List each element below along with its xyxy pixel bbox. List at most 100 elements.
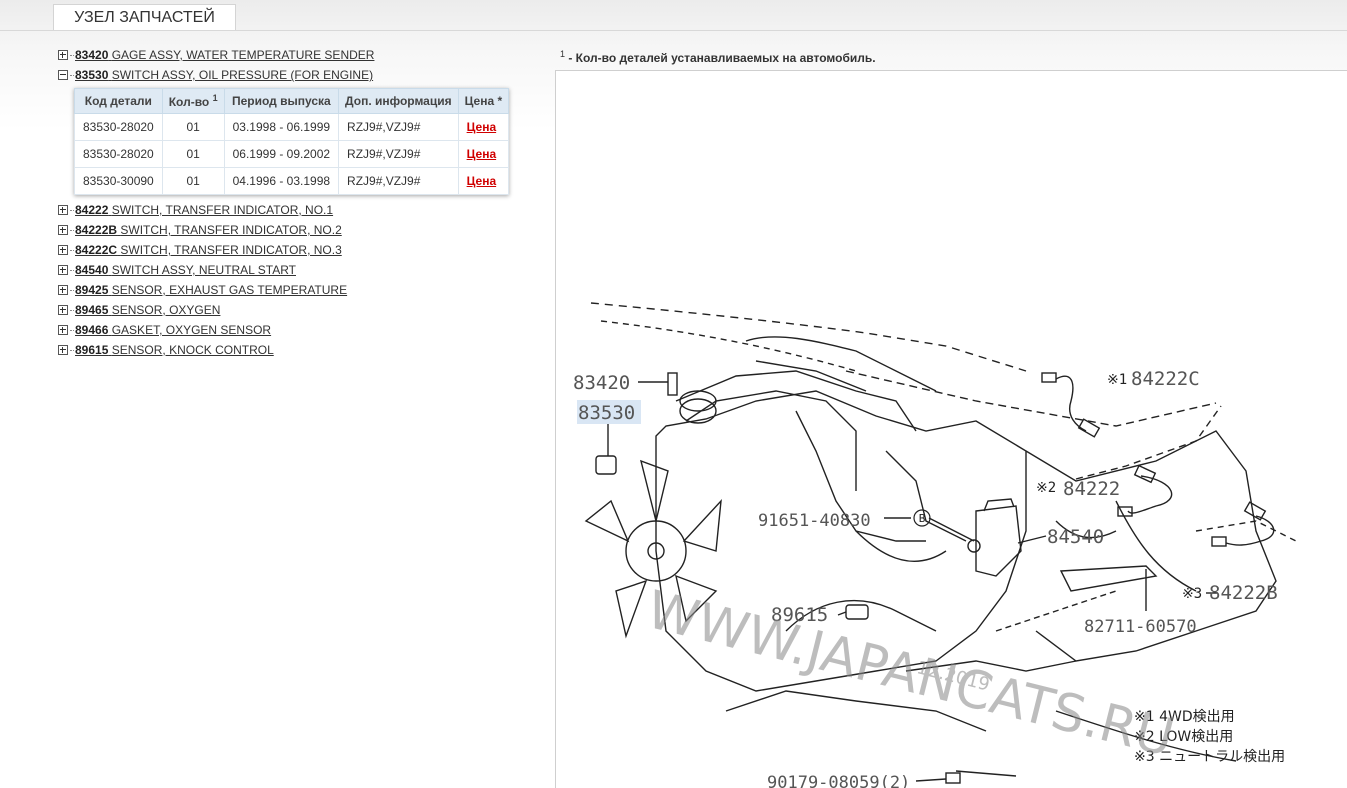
tree-node: 84222 SWITCH, TRANSFER INDICATOR, NO.1 — [58, 201, 509, 221]
cell-code: 83530-30090 — [74, 167, 163, 195]
expand-icon[interactable] — [58, 284, 68, 295]
cell-info-text: RZJ9#,VZJ9# — [347, 120, 421, 134]
tree-connector — [70, 210, 74, 212]
parts-table: Код детали Кол-во 1 Период выпуска Доп. … — [74, 88, 510, 195]
footnote: 1 - Кол-во деталей устанавливаемых на ав… — [560, 49, 876, 65]
cell-code: 83530-28020 — [74, 140, 163, 168]
expand-icon[interactable] — [58, 204, 68, 215]
tree-node-link[interactable]: 84222 SWITCH, TRANSFER INDICATOR, NO.1 — [75, 203, 333, 217]
tree-node-link[interactable]: 89425 SENSOR, EXHAUST GAS TEMPERATURE — [75, 283, 347, 297]
expand-icon[interactable] — [58, 224, 68, 235]
cell-code-text: 83530-28020 — [83, 147, 154, 161]
table-header-row: Код детали Кол-во 1 Период выпуска Доп. … — [74, 88, 510, 114]
tree-node: 84540 SWITCH ASSY, NEUTRAL START — [58, 261, 509, 281]
cell-period-text: 06.1999 - 09.2002 — [232, 147, 331, 161]
part-name: SENSOR, OXYGEN — [111, 303, 221, 317]
part-code: 84222C — [75, 243, 118, 257]
price-link[interactable]: Цена — [457, 113, 510, 141]
cell-info: RZJ9#,VZJ9# — [338, 167, 459, 195]
cell-qty-text: 01 — [186, 147, 200, 161]
part-code: 89615 — [75, 343, 109, 357]
tree-connector — [70, 350, 74, 352]
tree-connector — [70, 310, 74, 312]
tree-node-link[interactable]: 89466 GASKET, OXYGEN SENSOR — [75, 323, 271, 337]
expand-icon[interactable] — [58, 324, 68, 335]
label-84222c[interactable]: 84222C — [1131, 368, 1200, 390]
cell-period: 04.1996 - 03.1998 — [223, 167, 340, 195]
part-name: SWITCH, TRANSFER INDICATOR, NO.2 — [120, 223, 342, 237]
part-code: 83530 — [75, 68, 109, 82]
price-link[interactable]: Цена — [457, 167, 510, 195]
watermark: WWW.JAPANCATS.RU — [641, 580, 1180, 769]
tree-node: 84222B SWITCH, TRANSFER INDICATOR, NO.2 — [58, 221, 509, 241]
part-name: GASKET, OXYGEN SENSOR — [111, 323, 272, 337]
expand-icon[interactable] — [58, 344, 68, 355]
tree-node: 89615 SENSOR, KNOCK CONTROL — [58, 341, 509, 361]
engine-illustration: B 83420 83530 84222C 84222 91651-40830 8… — [573, 302, 1297, 788]
expand-icon[interactable] — [58, 264, 68, 275]
tree-node-link[interactable]: 84222C SWITCH, TRANSFER INDICATOR, NO.3 — [75, 243, 342, 257]
tree-connector — [70, 290, 74, 292]
cell-qty: 01 — [161, 140, 225, 168]
price-link-text[interactable]: Цена — [467, 120, 497, 134]
label-83420[interactable]: 83420 — [573, 372, 630, 394]
cell-period: 06.1999 - 09.2002 — [223, 140, 340, 168]
parts-tree: 83420 GAGE ASSY, WATER TEMPERATURE SENDE… — [58, 46, 510, 361]
cell-qty: 01 — [161, 167, 225, 195]
tree-connector — [70, 75, 74, 77]
part-name: SWITCH ASSY, OIL PRESSURE (FOR ENGINE) — [111, 68, 374, 82]
label-90179-08059[interactable]: 90179-08059(2) — [767, 773, 910, 788]
tree-node: 89465 SENSOR, OXYGEN — [58, 301, 509, 321]
tree-node-link[interactable]: 84540 SWITCH ASSY, NEUTRAL START — [75, 263, 296, 277]
price-link-text[interactable]: Цена — [467, 147, 497, 161]
part-code: 83420 — [75, 48, 109, 62]
tab-parts-assembly[interactable]: УЗЕЛ ЗАПЧАСТЕЙ — [53, 4, 236, 30]
tree-node-link[interactable]: 83530 SWITCH ASSY, OIL PRESSURE (FOR ENG… — [75, 68, 373, 82]
tree-node-link[interactable]: 84222B SWITCH, TRANSFER INDICATOR, NO.2 — [75, 223, 342, 237]
label-84222[interactable]: 84222 — [1063, 478, 1120, 500]
expand-icon[interactable] — [58, 244, 68, 255]
label-84540[interactable]: 84540 — [1047, 526, 1104, 548]
circle-b-label: B — [919, 512, 926, 525]
column-price: Цена * — [457, 88, 510, 114]
tree-connector — [70, 270, 74, 272]
part-name: GAGE ASSY, WATER TEMPERATURE SENDER — [111, 48, 375, 62]
collapse-icon[interactable] — [58, 69, 68, 80]
tree-node-link[interactable]: 89615 SENSOR, KNOCK CONTROL — [75, 343, 274, 357]
expand-icon[interactable] — [58, 304, 68, 315]
mark-1: ※1 — [1107, 372, 1127, 388]
part-name: SWITCH, TRANSFER INDICATOR, NO.1 — [111, 203, 334, 217]
cell-qty-text: 01 — [186, 120, 200, 134]
part-name: SWITCH ASSY, NEUTRAL START — [111, 263, 296, 277]
cell-qty: 01 — [161, 113, 225, 141]
cell-info-text: RZJ9#,VZJ9# — [347, 174, 421, 188]
part-name: SENSOR, KNOCK CONTROL — [111, 343, 274, 357]
tree-node: 89425 SENSOR, EXHAUST GAS TEMPERATURE — [58, 281, 509, 301]
label-91651-40830[interactable]: 91651-40830 — [758, 511, 871, 531]
column-period: Период выпуска — [223, 88, 340, 114]
tree-connector — [70, 230, 74, 232]
part-code: 89466 — [75, 323, 109, 337]
cell-code-text: 83530-28020 — [83, 120, 154, 134]
tree-node-link[interactable]: 89465 SENSOR, OXYGEN — [75, 303, 220, 317]
label-83530[interactable]: 83530 — [578, 402, 635, 424]
part-name: SWITCH, TRANSFER INDICATOR, NO.3 — [120, 243, 342, 257]
tree-node-link[interactable]: 83420 GAGE ASSY, WATER TEMPERATURE SENDE… — [75, 48, 374, 62]
tree-node: 83420 GAGE ASSY, WATER TEMPERATURE SENDE… — [58, 46, 509, 66]
column-info: Доп. информация — [338, 88, 459, 114]
tree-node: 83530 SWITCH ASSY, OIL PRESSURE (FOR ENG… — [58, 66, 509, 86]
table-row: 83530-28020 01 06.1999 - 09.2002 RZJ9#,VZJ9… — [74, 140, 510, 168]
label-84222b[interactable]: 84222B — [1209, 582, 1278, 604]
expand-icon[interactable] — [58, 49, 68, 60]
part-code: 84222 — [75, 203, 109, 217]
tree-connector — [70, 55, 74, 57]
label-82711-60570[interactable]: 82711-60570 — [1084, 617, 1197, 637]
cell-period-text: 03.1998 - 06.1999 — [232, 120, 331, 134]
part-code: 89425 — [75, 283, 109, 297]
price-link-text[interactable]: Цена — [467, 174, 497, 188]
cell-period: 03.1998 - 06.1999 — [223, 113, 340, 141]
price-link[interactable]: Цена — [457, 140, 510, 168]
tree-connector — [70, 330, 74, 332]
part-code: 89465 — [75, 303, 109, 317]
cell-code-text: 83530-30090 — [83, 174, 154, 188]
